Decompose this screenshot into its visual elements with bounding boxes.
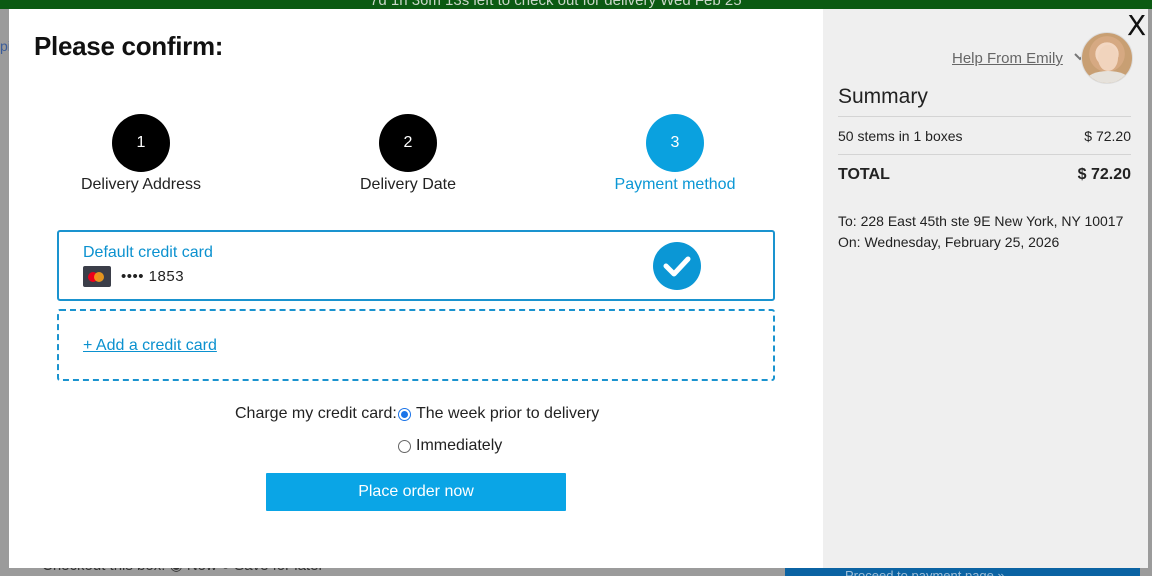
- card-title: Default credit card: [83, 244, 213, 261]
- step-delivery-date: 2 Delivery Date: [308, 114, 508, 194]
- step-number: 1: [112, 114, 170, 172]
- total-row: TOTAL $ 72.20: [838, 166, 1131, 184]
- summary-sidebar: Help From Emily Summary 50 stems in 1 bo…: [823, 9, 1148, 568]
- divider: [838, 154, 1131, 155]
- help-from-emily-link[interactable]: Help From Emily: [952, 50, 1063, 67]
- confirm-modal: Please confirm: 1 Delivery Address 2 Del…: [9, 9, 1148, 568]
- step-payment-method: 3 Payment method: [575, 114, 775, 194]
- ship-to-address: To: 228 East 45th ste 9E New York, NY 10…: [838, 213, 1124, 229]
- step-label: Delivery Address: [80, 176, 202, 193]
- place-order-button[interactable]: Place order now: [266, 473, 566, 511]
- line-item-label: 50 stems in 1 boxes: [838, 128, 963, 144]
- mastercard-icon: [83, 266, 111, 287]
- charge-label: Charge my credit card:: [235, 405, 397, 422]
- step-number: 2: [379, 114, 437, 172]
- ship-on-date: On: Wednesday, February 25, 2026: [838, 234, 1060, 250]
- modal-main: Please confirm: 1 Delivery Address 2 Del…: [9, 9, 823, 568]
- card-number: •••• 1853: [121, 268, 185, 285]
- step-label: Payment method: [614, 176, 736, 193]
- add-credit-card-link[interactable]: + Add a credit card: [83, 337, 217, 355]
- step-delivery-address: 1 Delivery Address: [41, 114, 241, 194]
- total-value: $ 72.20: [1077, 166, 1131, 183]
- countdown-banner: 7d 1h 36m 13s left to check out for deli…: [0, 0, 1152, 9]
- checkmark-icon: [653, 242, 701, 290]
- countdown-text: 7d 1h 36m 13s left to check out for deli…: [370, 0, 742, 9]
- total-label: TOTAL: [838, 166, 890, 183]
- line-item-row: 50 stems in 1 boxes $ 72.20: [838, 128, 1131, 144]
- line-item-value: $ 72.20: [1084, 128, 1131, 144]
- radio-checked-icon[interactable]: [398, 407, 411, 421]
- add-credit-card-box: + Add a credit card: [57, 309, 775, 381]
- radio-unchecked-icon[interactable]: [398, 439, 411, 453]
- charge-option-label: Immediately: [416, 437, 503, 454]
- charge-option-week-prior[interactable]: The week prior to delivery: [398, 405, 599, 423]
- summary-title: Summary: [838, 85, 928, 108]
- step-label: Delivery Date: [359, 176, 457, 193]
- divider: [838, 116, 1131, 117]
- modal-title: Please confirm:: [34, 31, 224, 61]
- close-button[interactable]: X: [1127, 9, 1146, 42]
- step-number: 3: [646, 114, 704, 172]
- charge-option-immediately[interactable]: Immediately: [398, 437, 502, 455]
- default-credit-card-option[interactable]: Default credit card •••• 1853: [57, 230, 775, 301]
- charge-option-label: The week prior to delivery: [416, 405, 600, 422]
- avatar[interactable]: [1081, 32, 1133, 84]
